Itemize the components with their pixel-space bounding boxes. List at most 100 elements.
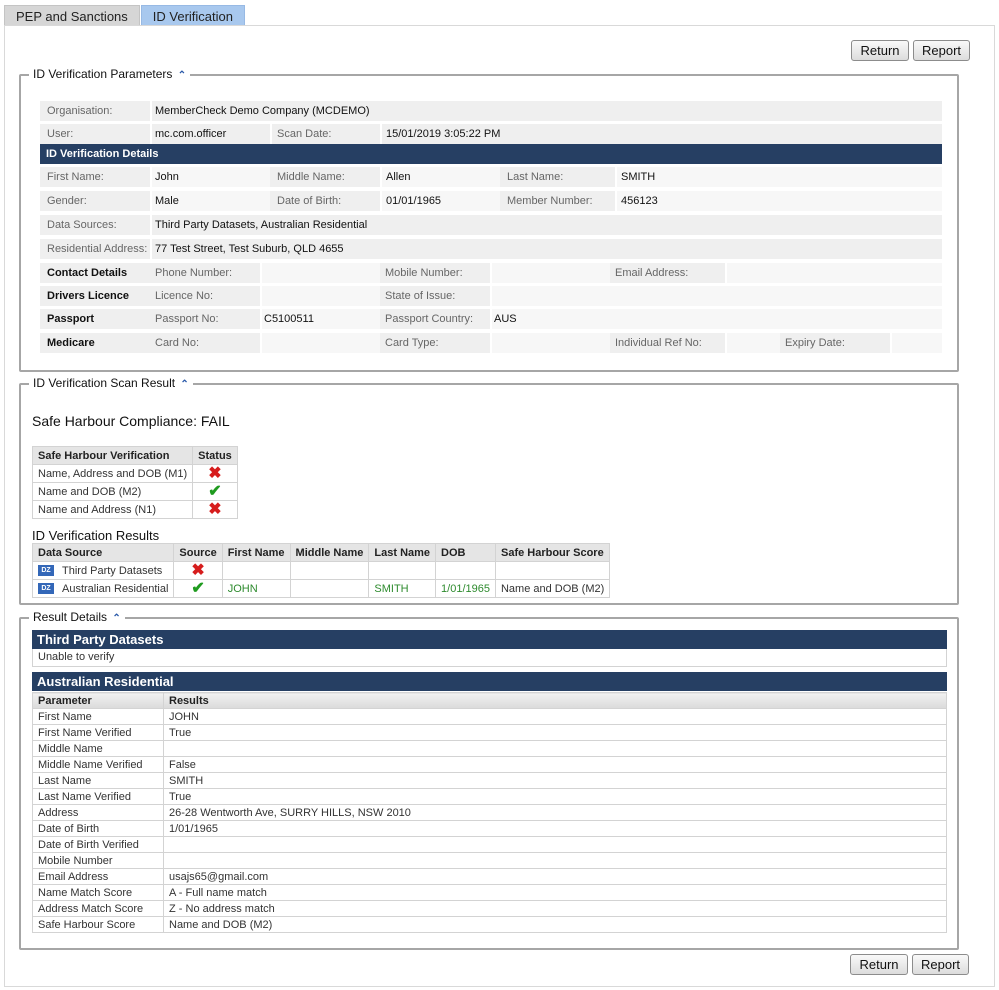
source-status-cell: ✖ <box>173 561 223 580</box>
parameter-cell: Middle Name <box>32 740 164 757</box>
cross-icon: ✖ <box>208 464 222 482</box>
passport-no-value: C5100511 <box>264 313 314 325</box>
verification-method: Name, Address and DOB (M1) <box>31 464 194 483</box>
first-name-value: John <box>155 171 179 183</box>
parameter-cell: Address <box>32 804 164 821</box>
status-cell: ✖ <box>192 500 238 519</box>
panel-title: ID Verification Scan Result <box>33 376 176 390</box>
member-number-value: 456123 <box>621 195 658 207</box>
parameter-cell: Date of Birth Verified <box>32 836 164 853</box>
result-cell: True <box>163 724 947 741</box>
expiry-date-label: Expiry Date: <box>785 337 845 349</box>
result-cell: False <box>163 756 947 773</box>
individual-ref-no-label: Individual Ref No: <box>615 337 702 349</box>
safe-harbour-score-cell: Name and DOB (M2) <box>494 579 611 598</box>
organisation-value: MemberCheck Demo Company (MCDEMO) <box>155 105 370 117</box>
return-button-bottom[interactable]: Return <box>850 954 908 975</box>
user-value: mc.com.officer <box>155 128 227 140</box>
address-value: 77 Test Street, Test Suburb, QLD 4655 <box>155 243 344 255</box>
table-row: Address 26-28 Wentworth Ave, SURRY HILLS,… <box>32 804 947 821</box>
safe-harbour-score-cell <box>494 561 611 580</box>
result-cell: 1/01/1965 <box>163 820 947 837</box>
data-source-name: Australian Residential <box>62 582 169 595</box>
passport-no-label: Passport No: <box>155 313 219 325</box>
table-row: Name and Address (N1) ✖ <box>31 500 238 519</box>
middle-cell <box>289 561 370 580</box>
address-row: Residential Address: 77 Test Street, Tes… <box>40 239 942 259</box>
mobile-label: Mobile Number: <box>385 267 463 279</box>
parameter-cell: Last Name <box>32 772 164 789</box>
parameter-cell: Last Name Verified <box>32 788 164 805</box>
column-header: First Name <box>221 543 291 562</box>
parameter-cell: First Name Verified <box>32 724 164 741</box>
data-sources-label: Data Sources: <box>47 219 117 231</box>
table-row: Last Name Verified True <box>32 788 947 805</box>
column-header: DOB <box>435 543 496 562</box>
user-label: User: <box>47 128 74 140</box>
cross-icon: ✖ <box>208 500 222 518</box>
report-button-top[interactable]: Report <box>913 40 970 61</box>
dob-cell: 1/01/1965 <box>435 579 496 598</box>
table-row: Mobile Number <box>32 852 947 869</box>
result-cell <box>163 740 947 757</box>
safe-harbour-table: Safe Harbour Verification Status Name, A… <box>31 446 238 519</box>
data-source-icon: DZ <box>38 565 54 577</box>
table-row: Last Name SMITH <box>32 772 947 789</box>
contact-details-label: Contact Details <box>47 267 128 279</box>
australian-residential-header: Australian Residential <box>32 672 947 691</box>
email-label: Email Address: <box>615 267 689 279</box>
report-button-bottom[interactable]: Report <box>912 954 969 975</box>
table-row: First Name Verified True <box>32 724 947 741</box>
passport-country-value: AUS <box>494 313 517 325</box>
user-row: User: mc.com.officer Scan Date: 15/01/20… <box>40 124 942 144</box>
source-status-cell: ✔ <box>173 579 223 598</box>
id-verification-results-table: Data Source Source First Name Middle Name La… <box>31 543 611 598</box>
collapse-chevron-icon[interactable]: ⌃ <box>112 613 120 624</box>
result-details-panel: Result Details ⌃ Third Party Datasets Un… <box>19 610 959 950</box>
tab-pep-and-sanctions[interactable]: PEP and Sanctions <box>4 5 140 26</box>
tab-id-verification[interactable]: ID Verification <box>140 5 245 26</box>
parameter-cell: Mobile Number <box>32 852 164 869</box>
table-row: Middle Name Verified False <box>32 756 947 773</box>
panel-title: ID Verification Parameters <box>33 67 173 81</box>
last-name-value: SMITH <box>621 171 656 183</box>
id-verification-parameters-panel: ID Verification Parameters ⌃ Organisatio… <box>19 67 959 372</box>
panel-legend: Result Details ⌃ <box>29 610 125 626</box>
data-source-name: Third Party Datasets <box>62 564 163 577</box>
cross-icon: ✖ <box>191 561 205 579</box>
panel-legend: ID Verification Parameters ⌃ <box>29 67 191 83</box>
dob-label: Date of Birth: <box>277 195 342 207</box>
scan-result-panel: ID Verification Scan Result ⌃ Safe Harbo… <box>19 376 959 605</box>
dob-value: 01/01/1965 <box>386 195 442 207</box>
passport-label: Passport <box>47 313 95 325</box>
table-row: Address Match Score Z - No address match <box>32 900 947 917</box>
collapse-chevron-icon[interactable]: ⌃ <box>180 379 188 390</box>
column-header: Middle Name <box>289 543 370 562</box>
table-row: Name, Address and DOB (M1) ✖ <box>31 464 238 483</box>
table-row: Email Address usajs65@gmail.com <box>32 868 947 885</box>
column-header: Results <box>163 692 947 709</box>
column-header: Safe Harbour Score <box>494 543 611 562</box>
tab-bar: PEP and Sanctions ID Verification <box>4 5 246 26</box>
state-of-issue-label: State of Issue: <box>385 290 456 302</box>
table-row: First Name JOHN <box>32 708 947 725</box>
first-cell <box>221 561 291 580</box>
first-name-label: First Name: <box>47 171 104 183</box>
organisation-row: Organisation: MemberCheck Demo Company (… <box>40 101 942 121</box>
data-sources-row: Data Sources: Third Party Datasets, Aust… <box>40 215 942 235</box>
panel-title: Result Details <box>33 610 108 624</box>
collapse-chevron-icon[interactable]: ⌃ <box>178 70 186 81</box>
organisation-label: Organisation: <box>47 105 113 117</box>
verification-method: Name and Address (N1) <box>31 500 194 519</box>
dob-cell <box>435 561 496 580</box>
result-cell: True <box>163 788 947 805</box>
column-header: Safe Harbour Verification <box>31 446 194 465</box>
result-cell: Name and DOB (M2) <box>163 916 947 933</box>
column-header: Last Name <box>368 543 437 562</box>
passport-country-label: Passport Country: <box>385 313 474 325</box>
return-button-top[interactable]: Return <box>851 40 909 61</box>
names-row: First Name: John Middle Name: Allen Last… <box>40 167 942 187</box>
third-party-datasets-header: Third Party Datasets <box>32 630 947 649</box>
last-name-label: Last Name: <box>507 171 564 183</box>
data-source-icon: DZ <box>38 583 54 595</box>
